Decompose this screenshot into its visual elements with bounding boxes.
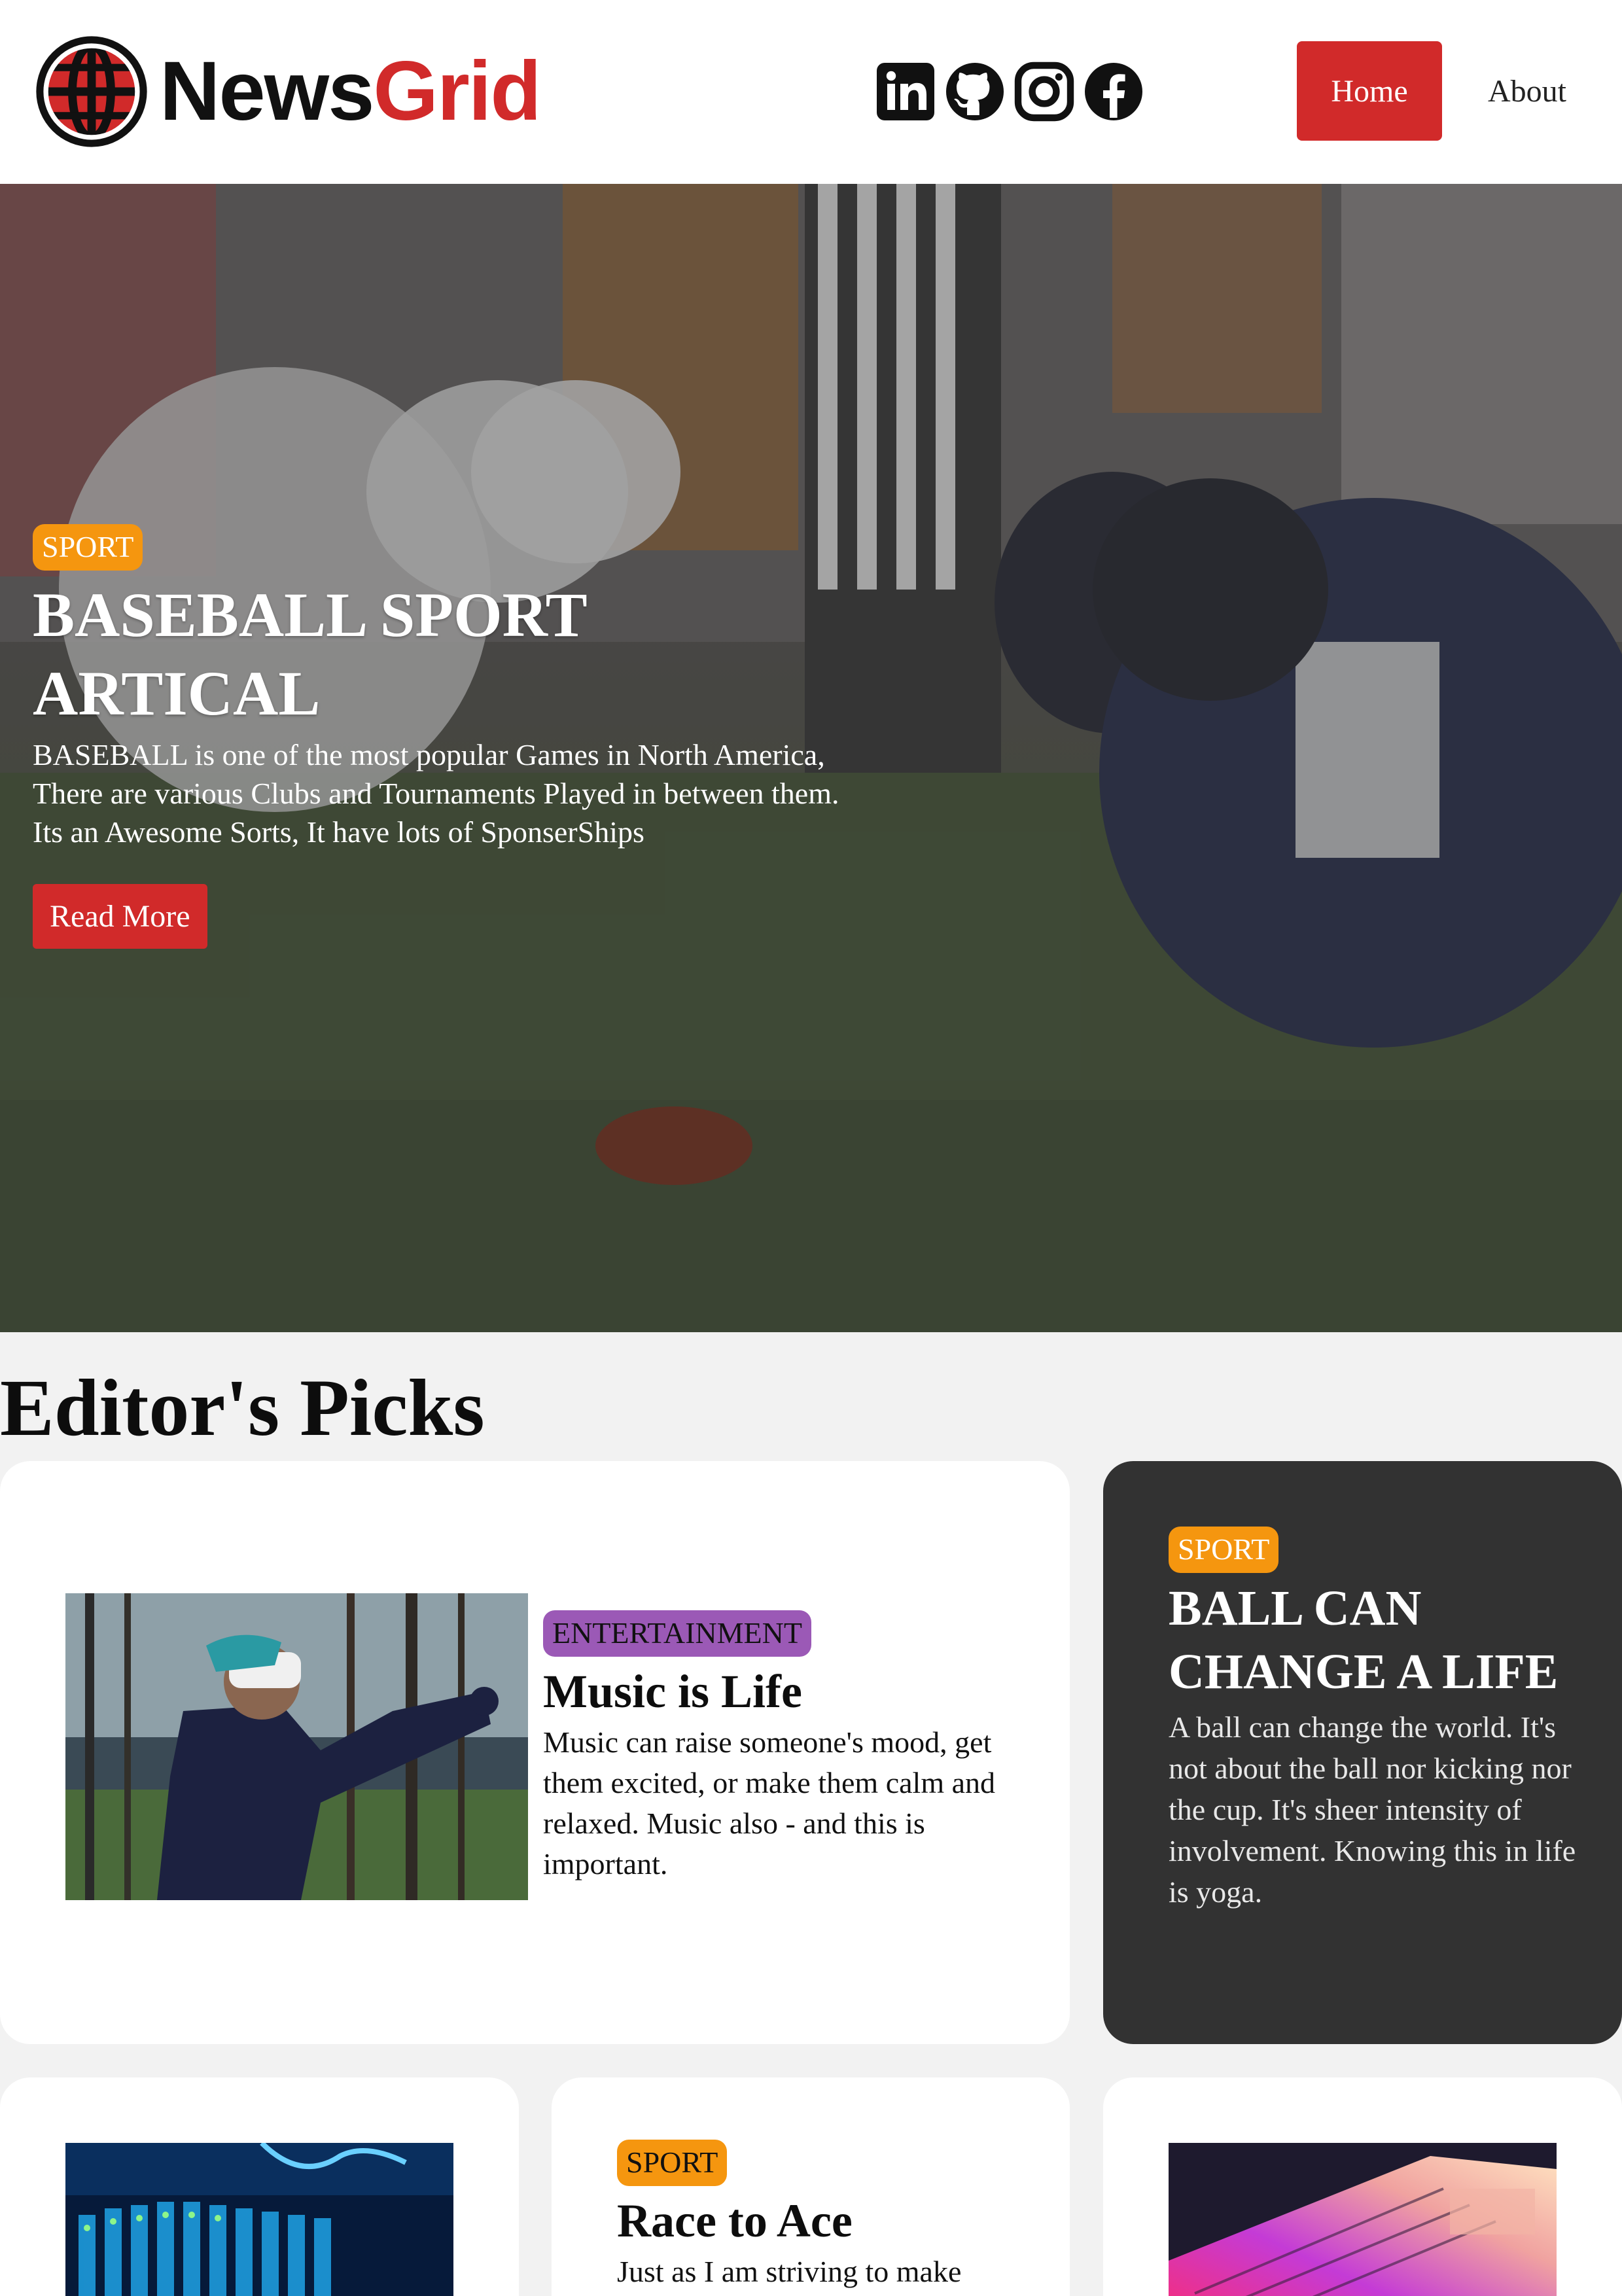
hero-content: SPORT BASEBALL SPORT ARTICAL BASEBALL is… <box>33 524 857 949</box>
editors-picks-title: Editor's Picks <box>0 1363 485 1453</box>
rgb-keyboard-photo <box>1169 2143 1557 2296</box>
article-card-keyboard[interactable] <box>1103 2077 1622 2296</box>
card-text: SPORT BALL CAN CHANGE A LIFE A ball can … <box>1169 1527 1587 1913</box>
site-logo[interactable]: NewsGrid <box>31 31 542 152</box>
nav-home-link[interactable]: Home <box>1297 41 1442 141</box>
read-more-button[interactable]: Read More <box>33 883 207 949</box>
hero-title: BASEBALL SPORT ARTICAL <box>33 579 586 728</box>
category-badge[interactable]: SPORT <box>33 524 143 571</box>
hero-banner: SPORT BASEBALL SPORT ARTICAL BASEBALL is… <box>0 184 1622 1332</box>
hero-description: BASEBALL is one of the most popular Game… <box>33 737 839 849</box>
article-card-race[interactable]: SPORT Race to Ace Just as I am striving … <box>552 2077 1070 2296</box>
card-text: ENTERTAINMENT Music is Life Music can ra… <box>543 1610 1027 1884</box>
server-rack-photo <box>65 2143 453 2296</box>
vr-headset-photo <box>65 1593 528 1900</box>
article-card-music[interactable]: ENTERTAINMENT Music is Life Music can ra… <box>0 1461 1070 2044</box>
category-badge[interactable]: SPORT <box>1169 1527 1279 1573</box>
globe-icon <box>36 36 147 147</box>
card-description: Just as I am striving to make <box>617 2254 962 2288</box>
card-title[interactable]: Music is Life <box>543 1663 1027 1720</box>
card-title[interactable]: BALL CAN CHANGE A LIFE <box>1169 1577 1587 1704</box>
logo-text: NewsGrid <box>160 44 542 138</box>
category-badge[interactable]: SPORT <box>617 2140 728 2186</box>
card-description: A ball can change the world. It's not ab… <box>1169 1710 1576 1909</box>
card-text: SPORT Race to Ace Just as I am striving … <box>617 2140 1036 2292</box>
nav-about-link[interactable]: About <box>1462 41 1593 141</box>
card-description: Music can raise someone's mood, get them… <box>543 1725 996 1881</box>
card-title[interactable]: Race to Ace <box>617 2193 1036 2249</box>
github-icon[interactable] <box>942 59 1008 124</box>
instagram-icon[interactable] <box>1012 59 1077 124</box>
social-links <box>873 59 1146 124</box>
article-card-tech[interactable] <box>0 2077 519 2296</box>
article-card-ball[interactable]: SPORT BALL CAN CHANGE A LIFE A ball can … <box>1103 1461 1622 2044</box>
main-nav: Home About <box>1297 41 1593 141</box>
linkedin-icon[interactable] <box>873 59 938 124</box>
category-badge[interactable]: ENTERTAINMENT <box>543 1610 811 1657</box>
site-header: NewsGrid Home About <box>0 0 1622 184</box>
facebook-icon[interactable] <box>1081 59 1146 124</box>
